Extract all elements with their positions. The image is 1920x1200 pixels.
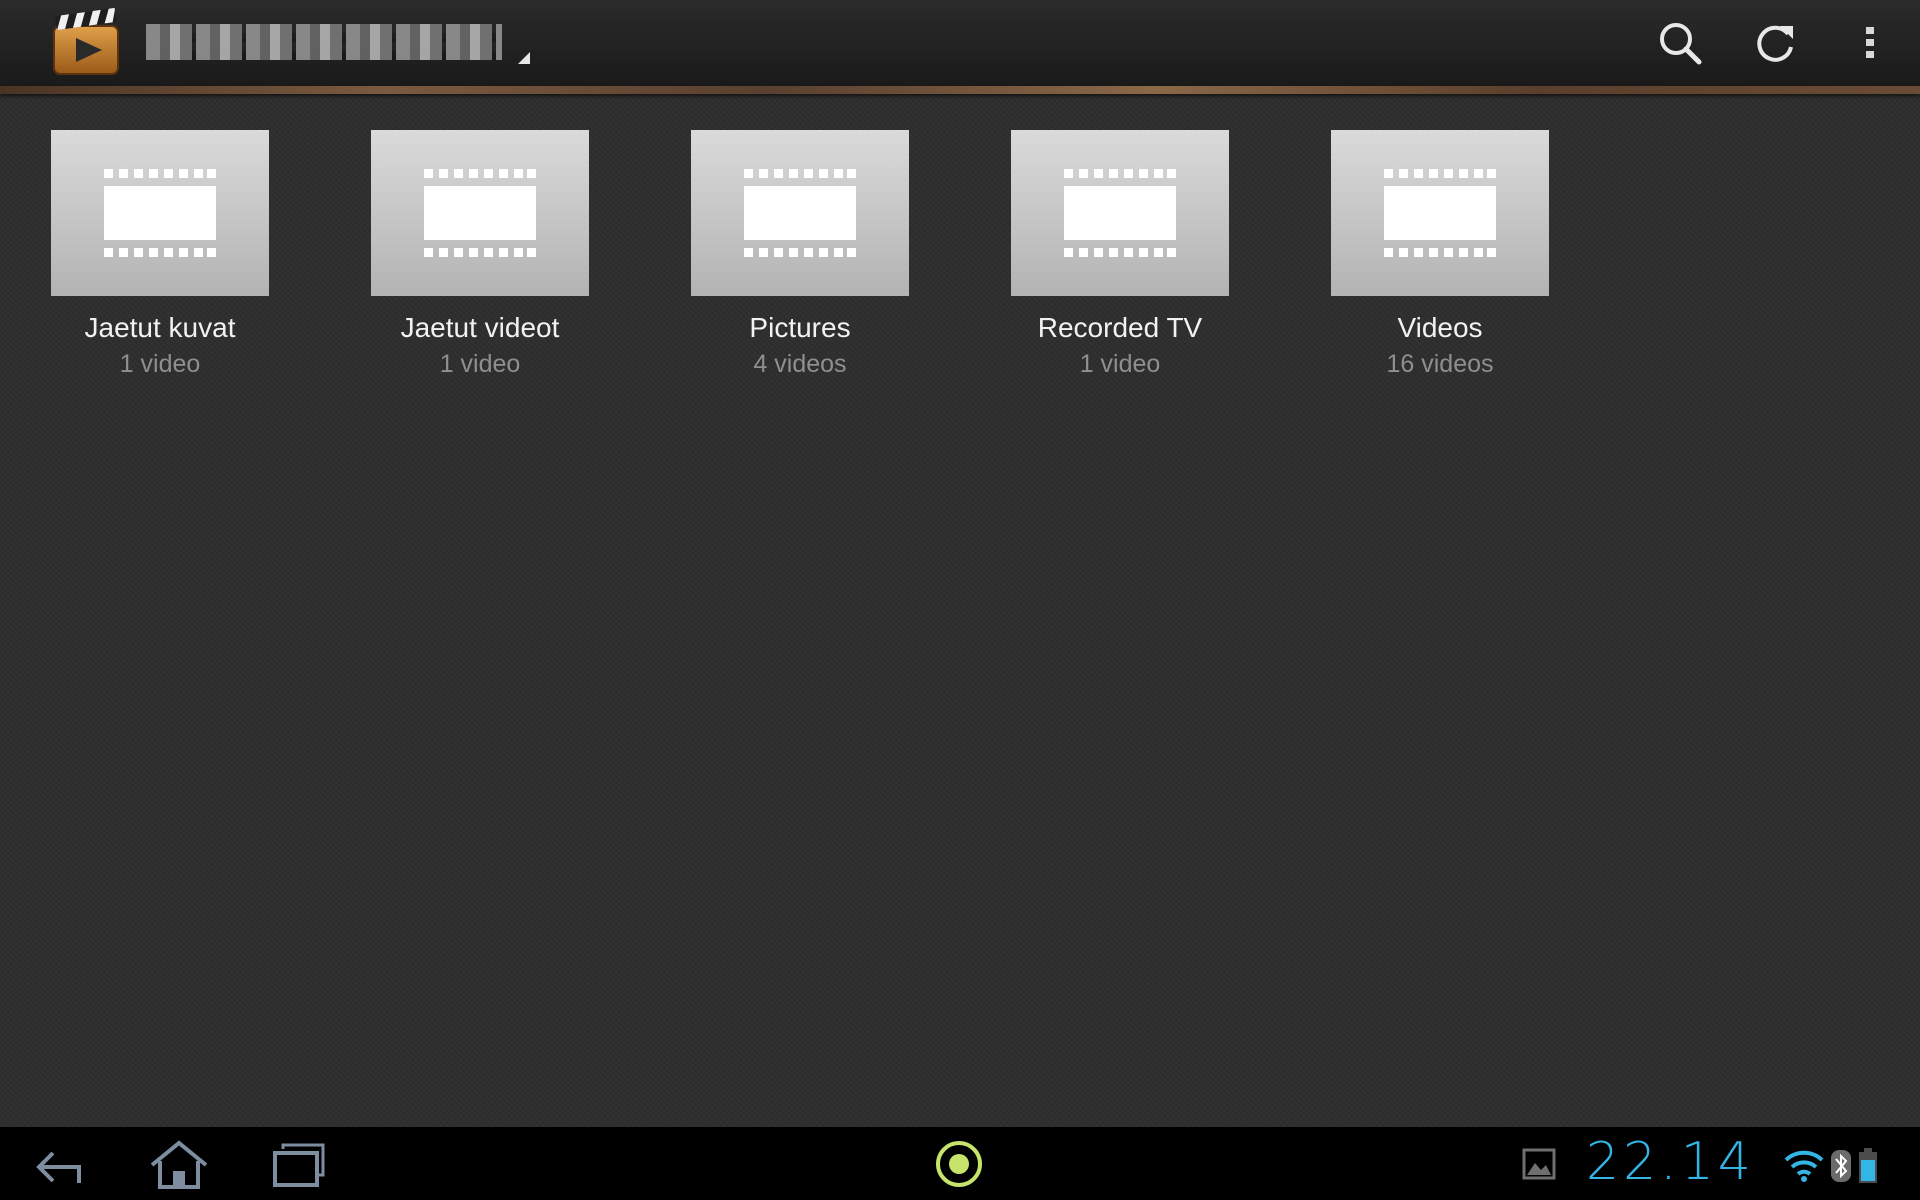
dropdown-triangle-icon: [518, 52, 530, 64]
folder-thumbnail: [1331, 130, 1549, 296]
folder-thumbnail: [51, 130, 269, 296]
folder-tile[interactable]: Videos 16 videos: [1331, 130, 1549, 379]
back-icon: [36, 1151, 81, 1183]
image-notification-icon[interactable]: [1522, 1148, 1556, 1180]
status-icons[interactable]: [1784, 1146, 1878, 1186]
wifi-icon: [1784, 1150, 1824, 1182]
search-icon: [1660, 23, 1702, 65]
film-icon: [1064, 169, 1176, 257]
search-button[interactable]: [1645, 10, 1715, 76]
film-icon: [104, 169, 216, 257]
home-icon: [150, 1140, 208, 1189]
folder-name: Videos: [1397, 312, 1483, 343]
recent-apps-icon: [273, 1143, 325, 1187]
folder-count: 4 videos: [753, 350, 847, 378]
film-icon: [1384, 169, 1496, 257]
folder-count: 1 video: [1079, 350, 1161, 378]
battery-icon: [1859, 1148, 1877, 1183]
folder-thumbnail: [1011, 130, 1229, 296]
home-button[interactable]: [146, 1135, 212, 1193]
video-player-app-icon[interactable]: [52, 7, 120, 76]
folder-thumbnail: [371, 130, 589, 296]
film-icon: [424, 169, 536, 257]
film-icon: [744, 169, 856, 257]
back-button[interactable]: [26, 1135, 92, 1193]
folder-tile[interactable]: Jaetut kuvat 1 video: [51, 130, 269, 379]
account-title: [146, 24, 502, 60]
app-indicator[interactable]: [926, 1135, 992, 1193]
folder-thumbnail: [691, 130, 909, 296]
screen: Jaetut kuvat 1 video Jaetut videot 1 vid…: [0, 0, 1920, 1200]
folder-tile[interactable]: Recorded TV 1 video: [1011, 130, 1229, 379]
refresh-icon: [1757, 25, 1793, 62]
overflow-menu-button[interactable]: [1835, 10, 1905, 76]
overflow-menu-icon: [1866, 27, 1874, 58]
recent-apps-button[interactable]: [266, 1135, 332, 1193]
folder-name: Jaetut kuvat: [84, 312, 236, 343]
app-indicator-icon: [936, 1141, 982, 1187]
folder-tile[interactable]: Jaetut videot 1 video: [371, 130, 589, 379]
folder-count: 16 videos: [1386, 350, 1494, 378]
folder-name: Recorded TV: [1037, 312, 1203, 343]
wood-divider: [0, 86, 1920, 94]
action-bar: [0, 0, 1920, 86]
folder-count: 1 video: [119, 350, 201, 378]
folder-name: Jaetut videot: [400, 312, 560, 343]
bluetooth-icon: [1831, 1150, 1851, 1182]
folder-count: 1 video: [439, 350, 521, 378]
status-clock[interactable]: 22.14: [1586, 1132, 1755, 1192]
account-dropdown[interactable]: [146, 22, 536, 66]
folder-name: Pictures: [749, 312, 851, 343]
folder-tile[interactable]: Pictures 4 videos: [691, 130, 909, 379]
refresh-button[interactable]: [1740, 10, 1810, 76]
